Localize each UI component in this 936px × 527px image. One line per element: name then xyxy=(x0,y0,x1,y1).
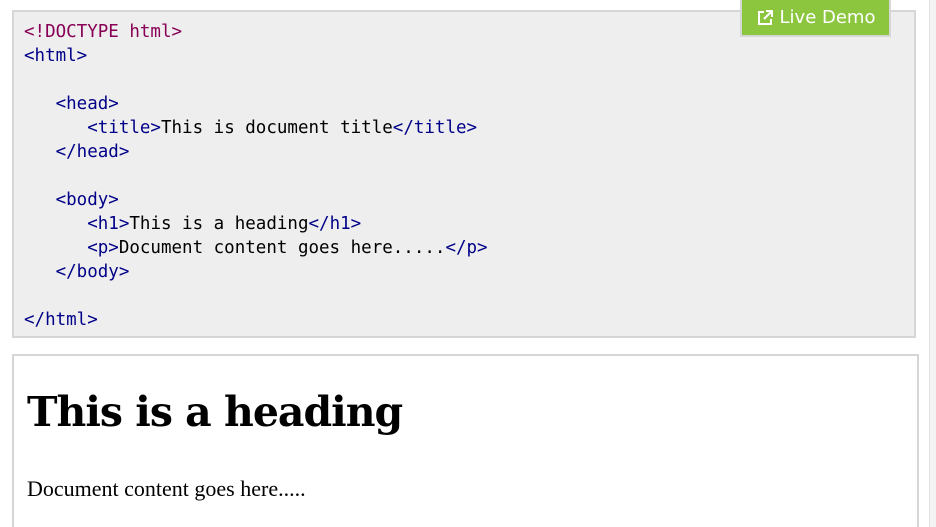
code-tag: <body> xyxy=(55,190,119,210)
code-line: <body> xyxy=(24,188,488,212)
live-demo-button[interactable]: Live Demo xyxy=(740,0,891,37)
code-listing: <!DOCTYPE html> <html> <head> <title>This… xyxy=(24,20,488,332)
code-line: <head> xyxy=(24,92,488,116)
code-tag: </head> xyxy=(55,142,130,162)
code-line: <h1>This is a heading</h1> xyxy=(24,212,488,236)
result-paragraph: Document content goes here..... xyxy=(27,476,306,501)
code-tag: <head> xyxy=(55,94,119,114)
code-line: </body> xyxy=(24,260,488,284)
result-heading: This is a heading xyxy=(27,388,403,436)
code-tag: <html> xyxy=(24,46,88,66)
live-demo-label: Live Demo xyxy=(779,7,876,28)
code-tag: </html> xyxy=(24,310,98,330)
code-tag: <title> xyxy=(87,118,161,138)
code-tag: </body> xyxy=(55,262,130,282)
code-tag: <h1> xyxy=(87,214,130,234)
code-line: <html> xyxy=(24,44,488,68)
code-line: <p>Document content goes here.....</p> xyxy=(24,236,488,260)
external-link-icon xyxy=(756,9,774,27)
result-preview-box: This is a heading Document content goes … xyxy=(12,354,919,527)
code-text: This is a heading xyxy=(129,214,309,234)
code-text: This is document title xyxy=(160,118,393,138)
code-tag: <p> xyxy=(87,238,119,258)
code-doctype: <!DOCTYPE html> xyxy=(24,22,183,42)
scrollbar[interactable] xyxy=(929,0,936,527)
code-tag: </title> xyxy=(392,118,478,138)
code-tag: </h1> xyxy=(308,214,362,234)
code-line: </html> xyxy=(24,308,488,332)
code-line: <!DOCTYPE html> xyxy=(24,20,488,44)
code-text: Document content goes here..... xyxy=(118,238,446,258)
code-example-box: <!DOCTYPE html> <html> <head> <title>This… xyxy=(12,10,916,338)
code-tag: </p> xyxy=(445,238,488,258)
code-line: </head> xyxy=(24,140,488,164)
code-line: <title>This is document title</title> xyxy=(24,116,488,140)
